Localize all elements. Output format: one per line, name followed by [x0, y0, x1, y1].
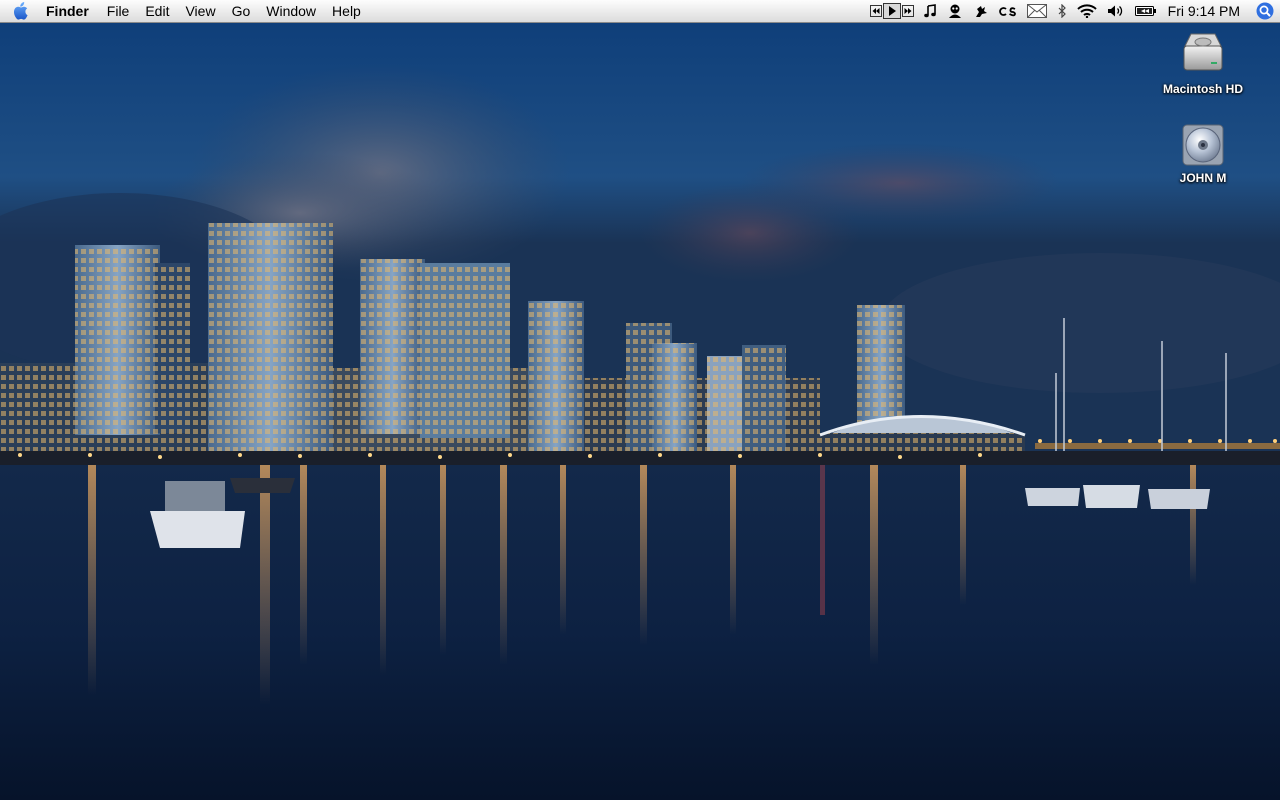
desktop-wallpaper	[0, 23, 1280, 800]
music-note-icon[interactable]	[918, 0, 942, 22]
desktop-icon-label: JOHN M	[1179, 171, 1227, 185]
menu-finder[interactable]: Finder	[40, 0, 99, 22]
menu-file[interactable]: File	[99, 0, 138, 22]
desktop[interactable]: Macintosh HD JOHN M	[0, 23, 1280, 800]
menu-help[interactable]: Help	[324, 0, 369, 22]
menu-edit[interactable]: Edit	[137, 0, 177, 22]
menu-bar: Finder File Edit View Go Window Help Fri…	[0, 0, 1280, 23]
chat-status-icon[interactable]	[942, 0, 968, 22]
media-next-icon[interactable]	[901, 5, 914, 17]
menu-clock[interactable]: Fri 9:14 PM	[1162, 0, 1250, 22]
desktop-icon-label: Macintosh HD	[1162, 82, 1243, 96]
menu-view[interactable]: View	[177, 0, 223, 22]
apple-menu[interactable]	[0, 0, 40, 22]
volume-icon[interactable]	[1102, 0, 1130, 22]
lastfm-icon[interactable]	[994, 0, 1022, 22]
battery-icon[interactable]	[1130, 0, 1162, 22]
spotlight-icon	[1256, 2, 1274, 20]
spotlight-button[interactable]	[1250, 0, 1280, 22]
hard-drive-icon	[1183, 33, 1223, 71]
menu-go[interactable]: Go	[224, 0, 259, 22]
desktop-icon-macintosh-hd[interactable]: Macintosh HD	[1148, 30, 1258, 96]
menu-window[interactable]: Window	[258, 0, 324, 22]
bluetooth-icon[interactable]	[1052, 0, 1072, 22]
menu-extras: Fri 9:14 PM	[866, 0, 1280, 22]
desktop-icon-john-m[interactable]: JOHN M	[1148, 123, 1258, 185]
wifi-icon[interactable]	[1072, 0, 1102, 22]
media-previous-icon[interactable]	[869, 5, 882, 17]
growl-paw-icon[interactable]	[968, 0, 994, 22]
apple-logo-icon	[13, 2, 28, 20]
media-controls	[866, 0, 918, 22]
media-play-icon[interactable]	[882, 3, 901, 19]
cd-disc-icon	[1182, 124, 1224, 166]
mail-icon[interactable]	[1022, 0, 1052, 22]
